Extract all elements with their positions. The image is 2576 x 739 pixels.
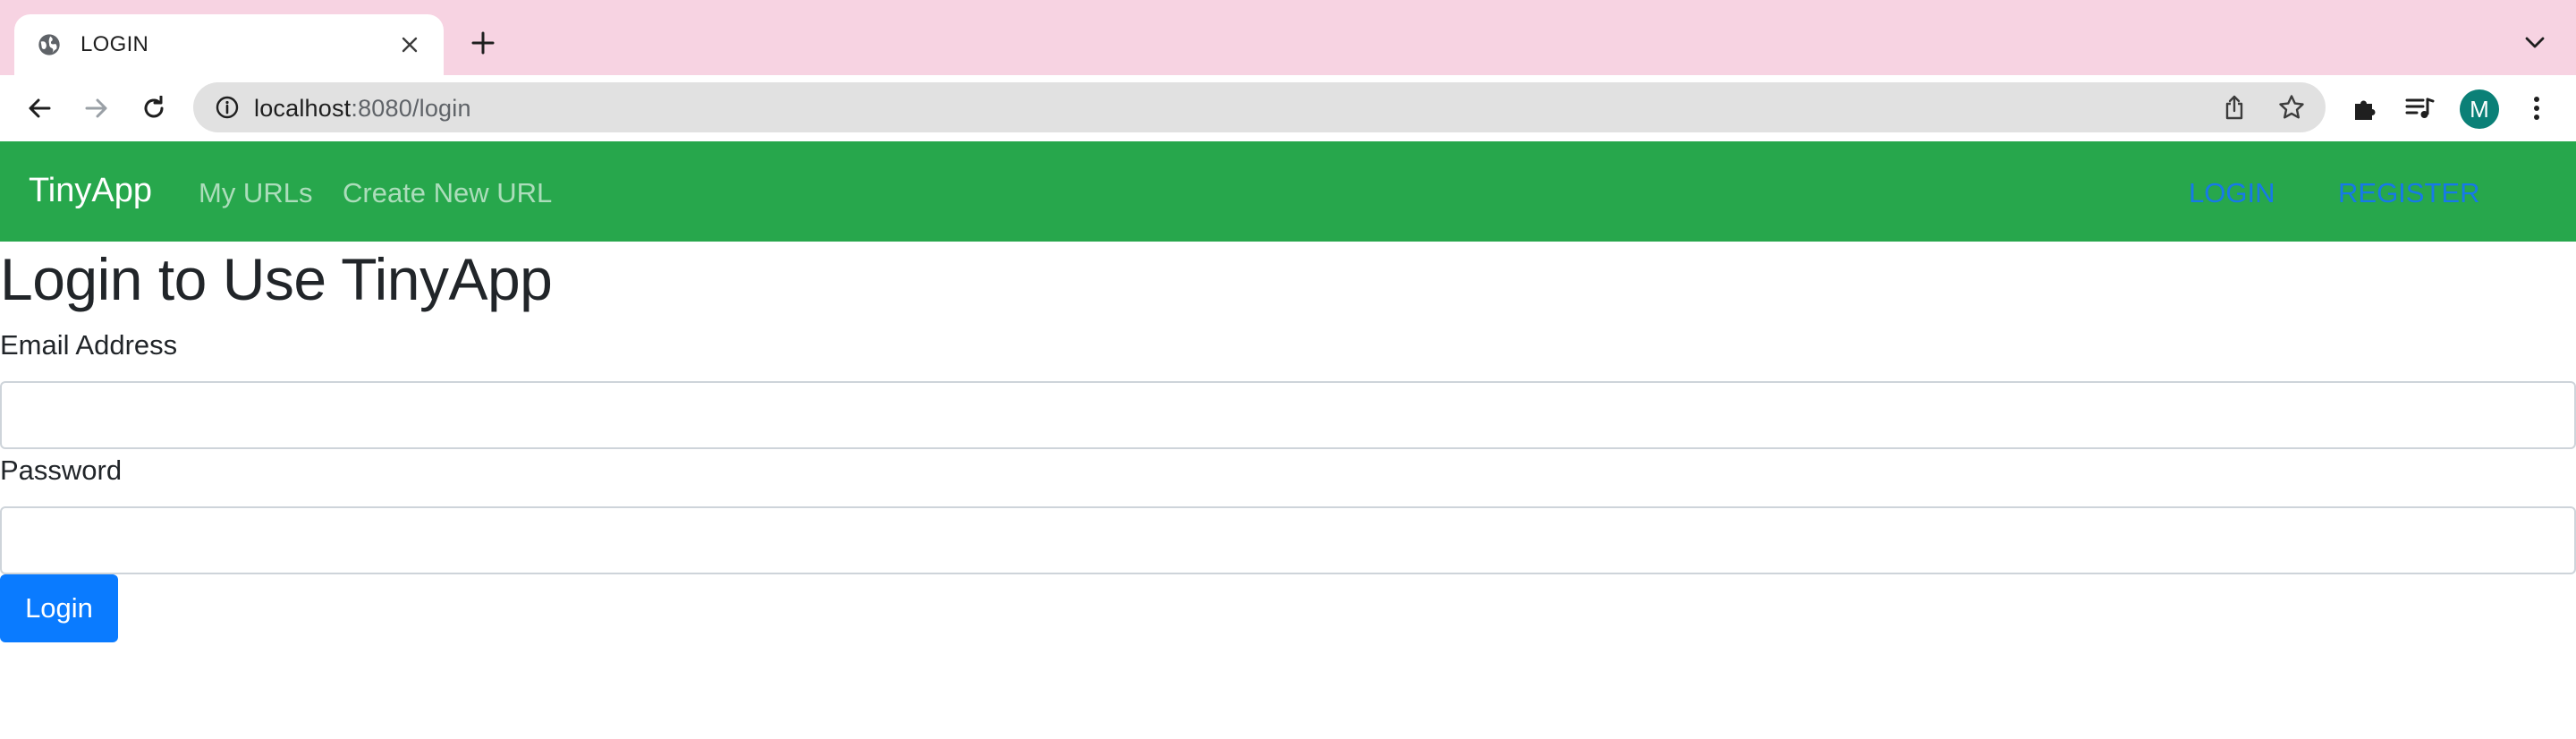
- login-button[interactable]: Login: [0, 574, 118, 642]
- globe-icon: [36, 31, 63, 58]
- back-arrow-icon[interactable]: [20, 89, 59, 128]
- email-field[interactable]: [0, 381, 2576, 449]
- url-host: localhost: [254, 95, 352, 122]
- url-path: :8080/login: [351, 95, 471, 122]
- forward-arrow-icon[interactable]: [77, 89, 116, 128]
- browser-tab-strip: LOGIN: [0, 0, 2576, 75]
- brand-link[interactable]: TinyApp: [29, 172, 152, 210]
- page-title: Login to Use TinyApp: [0, 246, 553, 312]
- more-vertical-icon[interactable]: [2517, 89, 2556, 128]
- browser-toolbar: localhost:8080/login M: [0, 75, 2576, 141]
- close-icon[interactable]: [395, 30, 424, 59]
- nav-link-register[interactable]: REGISTER: [2338, 177, 2479, 209]
- browser-tab[interactable]: LOGIN: [14, 14, 444, 75]
- app-navbar: TinyApp My URLs Create New URL LOGIN REG…: [0, 141, 2576, 242]
- nav-link-create-new-url[interactable]: Create New URL: [343, 177, 552, 209]
- tab-title: LOGIN: [80, 32, 149, 56]
- new-tab-plus-icon[interactable]: [465, 25, 501, 61]
- password-label: Password: [0, 454, 123, 486]
- profile-avatar[interactable]: M: [2460, 89, 2499, 129]
- extensions-puzzle-icon[interactable]: [2345, 89, 2385, 128]
- nav-link-my-urls[interactable]: My URLs: [199, 177, 312, 209]
- chevron-down-icon[interactable]: [2519, 27, 2551, 59]
- media-queue-icon[interactable]: [2401, 89, 2440, 128]
- email-label: Email Address: [0, 329, 178, 361]
- star-bookmark-icon[interactable]: [2275, 91, 2308, 123]
- address-bar[interactable]: localhost:8080/login: [193, 82, 2326, 132]
- reload-icon[interactable]: [134, 89, 174, 128]
- url-text[interactable]: localhost:8080/login: [254, 95, 471, 123]
- password-field[interactable]: [0, 506, 2576, 574]
- info-icon[interactable]: [213, 93, 242, 122]
- nav-link-login[interactable]: LOGIN: [2189, 177, 2275, 209]
- share-icon[interactable]: [2218, 91, 2250, 123]
